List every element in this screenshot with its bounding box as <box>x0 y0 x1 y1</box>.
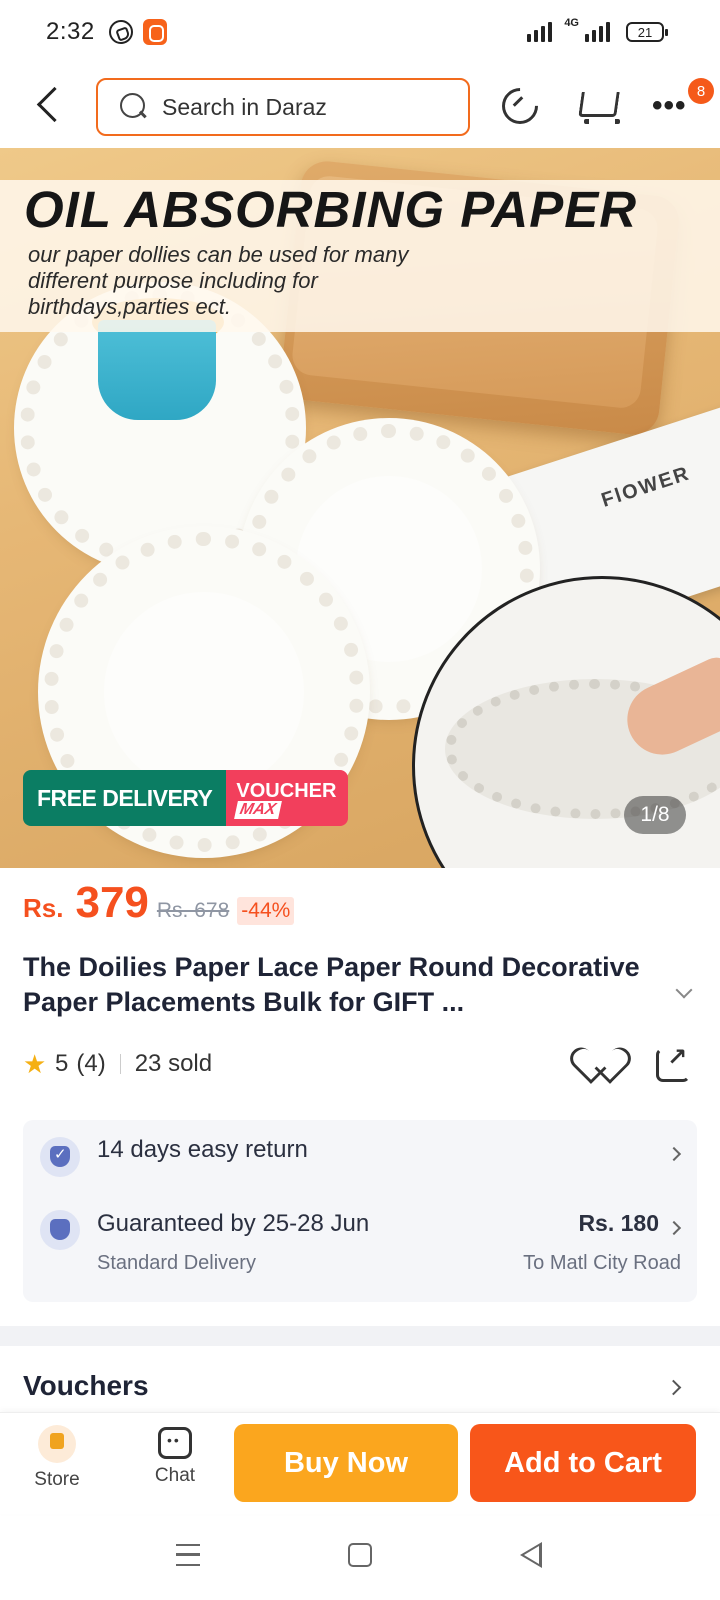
system-navigation-bar <box>0 1514 720 1600</box>
whatsapp-icon <box>108 20 133 44</box>
home-icon[interactable] <box>348 1543 372 1567</box>
share-icon[interactable] <box>656 1043 690 1082</box>
shield-check-icon <box>40 1137 80 1177</box>
vouchers-heading[interactable]: Vouchers <box>23 1370 149 1402</box>
battery-icon: 21 <box>626 22 668 42</box>
max-label: MAX <box>234 801 282 819</box>
cupcake-image <box>98 320 216 420</box>
chat-label: Chat <box>154 1465 196 1486</box>
status-time: 2:32 <box>46 18 95 45</box>
status-bar: 2:32 4G 21 <box>0 0 720 64</box>
signal-icon <box>527 18 553 42</box>
signal-icon-2 <box>585 18 610 42</box>
store-button[interactable]: Store <box>22 1425 92 1501</box>
wishlist-heart-icon[interactable] <box>580 1046 618 1082</box>
delivery-fee: Rs. 180 <box>578 1210 659 1236</box>
chevron-right-icon <box>666 1146 682 1162</box>
chat-icon <box>158 1427 192 1459</box>
star-icon: ★ <box>23 1049 47 1079</box>
delivery-guarantee: Guaranteed by 25-28 Jun <box>97 1210 370 1237</box>
recent-apps-icon[interactable] <box>176 1544 200 1566</box>
sold-count: 23 sold <box>134 1050 213 1077</box>
more-options-icon[interactable]: ••• <box>652 86 692 126</box>
store-icon <box>38 1425 76 1463</box>
store-label: Store <box>34 1469 80 1490</box>
free-delivery-badge: FREE DELIVERY <box>23 770 227 826</box>
rating-divider <box>119 1054 121 1074</box>
voucher-label: VOUCHER <box>236 780 337 802</box>
app-notification-icon <box>142 19 167 45</box>
back-triangle-icon[interactable] <box>520 1542 542 1568</box>
rating-row[interactable]: ★ 5 (4) 23 sold <box>23 1050 212 1078</box>
return-policy-text: 14 days easy return <box>97 1136 308 1163</box>
back-button[interactable] <box>30 84 66 128</box>
chat-button[interactable]: Chat <box>140 1425 210 1501</box>
search-input[interactable]: Search in Daraz <box>96 78 470 136</box>
delivery-info-card: 14 days easy return Guaranteed by 25-28 … <box>23 1120 697 1302</box>
delivery-type: Standard Delivery <box>97 1252 256 1274</box>
promo-badge: FREE DELIVERY VOUCHER MAX <box>23 770 349 826</box>
status-indicators: 4G 21 <box>527 17 668 42</box>
add-to-cart-button[interactable]: Add to Cart <box>470 1424 696 1502</box>
buy-now-button[interactable]: Buy Now <box>234 1424 458 1502</box>
image-counter: 1/8 <box>624 796 686 834</box>
search-placeholder: Search in Daraz <box>162 93 327 120</box>
rating-value: 5 <box>55 1050 69 1077</box>
product-image-carousel[interactable]: FlOWER OIL ABSORBING PAPER our paper dol… <box>0 148 720 868</box>
section-divider <box>0 1326 720 1346</box>
doily-center <box>104 592 304 792</box>
delivery-destination: To Matl City Road <box>523 1252 681 1274</box>
notification-badge: 8 <box>688 78 714 104</box>
refresh-icon[interactable] <box>500 86 540 126</box>
current-price: 379 <box>75 878 149 927</box>
cart-icon[interactable] <box>576 86 620 126</box>
delivery-box-icon <box>40 1210 80 1250</box>
chevron-right-icon[interactable] <box>665 1379 682 1396</box>
chevron-down-icon[interactable] <box>675 981 693 999</box>
original-price: Rs. 678 <box>156 899 230 922</box>
bottom-action-bar: Store Chat Buy Now Add to Cart <box>0 1412 720 1514</box>
hero-subtitle: our paper dollies can be used for many d… <box>28 242 409 319</box>
currency-label: Rs. <box>23 893 64 923</box>
voucher-max-badge: VOUCHER MAX <box>226 770 349 826</box>
price-row: Rs. 379 Rs. 678 -44% <box>23 878 295 928</box>
top-header: Search in Daraz ••• 8 <box>0 64 720 148</box>
search-icon <box>120 93 148 121</box>
hero-title: OIL ABSORBING PAPER <box>24 181 638 238</box>
network-label: 4G <box>564 17 579 29</box>
discount-badge: -44% <box>237 897 295 925</box>
chevron-right-icon <box>666 1220 682 1236</box>
review-count: (4) <box>76 1050 106 1077</box>
product-title[interactable]: The Doilies Paper Lace Paper Round Decor… <box>23 950 653 1020</box>
